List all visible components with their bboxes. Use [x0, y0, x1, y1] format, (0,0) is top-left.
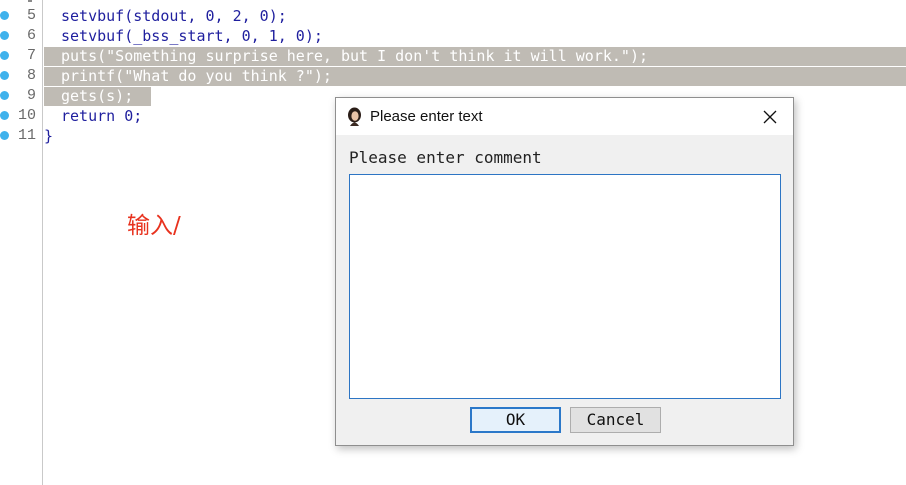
line-number: 6	[26, 27, 36, 44]
breakpoint-marker-icon[interactable]	[0, 71, 9, 80]
line-number: 11	[17, 127, 36, 144]
breakpoint-marker-icon[interactable]	[0, 131, 9, 140]
line-number: 9	[26, 87, 36, 104]
close-button[interactable]	[747, 98, 793, 135]
code-line[interactable]: 6 setvbuf(_bss_start, 0, 1, 0);	[0, 26, 906, 46]
code-text: return 0;	[61, 107, 143, 125]
code-text: }	[44, 127, 54, 145]
close-icon	[763, 110, 777, 124]
fold-marker	[28, 0, 32, 2]
breakpoint-marker-icon[interactable]	[0, 111, 9, 120]
breakpoint-marker-icon[interactable]	[0, 11, 9, 20]
dialog-title: Please enter text	[370, 108, 483, 125]
breakpoint-marker-icon[interactable]	[0, 31, 9, 40]
code-text: gets(s);	[61, 87, 134, 105]
line-number: 10	[17, 107, 36, 124]
code-line-selected[interactable]: 8 printf("What do you think ?");	[0, 66, 906, 86]
line-number: 5	[26, 7, 36, 24]
code-text: setvbuf(stdout, 0, 2, 0);	[61, 7, 287, 25]
code-line[interactable]: 5 setvbuf(stdout, 0, 2, 0);	[0, 6, 906, 26]
breakpoint-marker-icon[interactable]	[0, 91, 9, 100]
ok-button[interactable]: OK	[470, 407, 561, 433]
handwritten-annotation: 输入/	[127, 213, 181, 239]
code-text: printf("What do you think ?");	[61, 67, 332, 85]
code-text: puts("Something surprise here, but I don…	[61, 47, 648, 65]
line-number: 7	[26, 47, 36, 64]
screen: 5 setvbuf(stdout, 0, 2, 0); 6 setvbuf(_b…	[0, 0, 906, 485]
code-line-selected[interactable]: 7 puts("Something surprise here, but I d…	[0, 46, 906, 66]
code-text: setvbuf(_bss_start, 0, 1, 0);	[61, 27, 323, 45]
app-avatar-icon	[348, 107, 361, 126]
line-number: 8	[26, 67, 36, 84]
dialog-titlebar[interactable]: Please enter text	[336, 98, 793, 135]
breakpoint-marker-icon[interactable]	[0, 51, 9, 60]
comment-input[interactable]	[349, 174, 781, 399]
prompt-label: Please enter comment	[349, 148, 542, 167]
cancel-button[interactable]: Cancel	[570, 407, 661, 433]
enter-text-dialog: Please enter text Please enter comment O…	[335, 97, 794, 446]
